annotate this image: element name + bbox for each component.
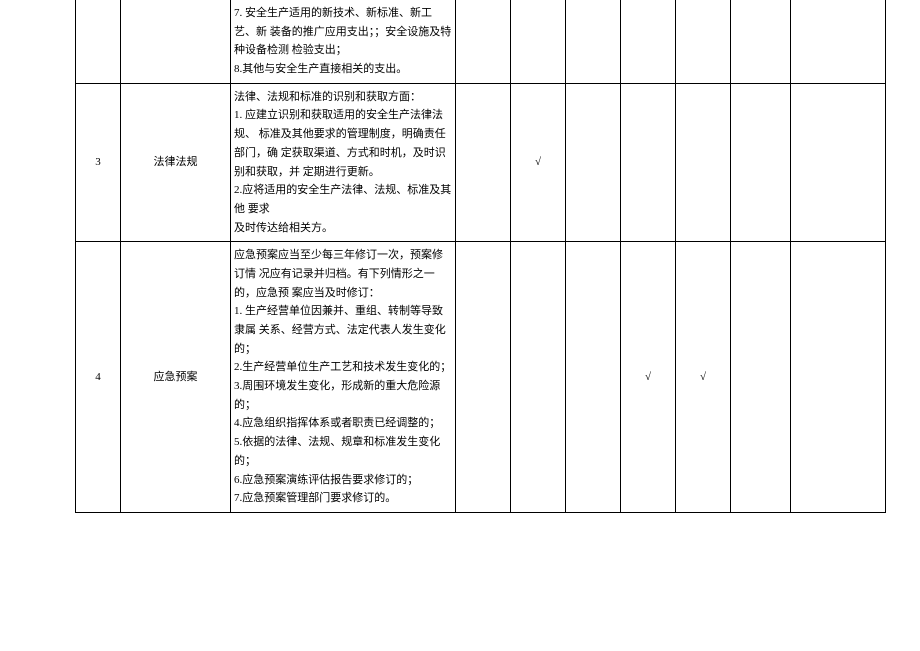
cell-name: 法律法规 — [121, 83, 231, 242]
cell-check-3 — [566, 83, 621, 242]
cell-check-5 — [676, 0, 731, 83]
cell-remark — [791, 242, 886, 513]
cell-check-2: √ — [511, 83, 566, 242]
cell-check-6 — [731, 0, 791, 83]
cell-check-2 — [511, 242, 566, 513]
cell-check-5: √ — [676, 242, 731, 513]
cell-content: 法律、法规和标准的识别和获取方面：1. 应建立识别和获取适用的安全生产法律法规、… — [231, 83, 456, 242]
table-row: 7. 安全生产适用的新技术、新标准、新工艺、新 装备的推广应用支出；；安全设施及… — [76, 0, 886, 83]
cell-check-4 — [621, 83, 676, 242]
table-row: 3 法律法规 法律、法规和标准的识别和获取方面：1. 应建立识别和获取适用的安全… — [76, 83, 886, 242]
cell-check-3 — [566, 0, 621, 83]
cell-check-1 — [456, 242, 511, 513]
cell-check-3 — [566, 242, 621, 513]
cell-num: 3 — [76, 83, 121, 242]
cell-content: 应急预案应当至少每三年修订一次，预案修订情 况应有记录并归档。有下列情形之一的，… — [231, 242, 456, 513]
cell-num: 4 — [76, 242, 121, 513]
table-row: 4 应急预案 应急预案应当至少每三年修订一次，预案修订情 况应有记录并归档。有下… — [76, 242, 886, 513]
cell-check-6 — [731, 83, 791, 242]
cell-name — [121, 0, 231, 83]
cell-check-6 — [731, 242, 791, 513]
cell-check-2 — [511, 0, 566, 83]
cell-check-4 — [621, 0, 676, 83]
cell-content: 7. 安全生产适用的新技术、新标准、新工艺、新 装备的推广应用支出；；安全设施及… — [231, 0, 456, 83]
cell-remark — [791, 83, 886, 242]
cell-check-1 — [456, 83, 511, 242]
cell-check-5 — [676, 83, 731, 242]
cell-check-1 — [456, 0, 511, 83]
compliance-table: 7. 安全生产适用的新技术、新标准、新工艺、新 装备的推广应用支出；；安全设施及… — [75, 0, 886, 513]
cell-remark — [791, 0, 886, 83]
cell-num — [76, 0, 121, 83]
cell-name: 应急预案 — [121, 242, 231, 513]
cell-check-4: √ — [621, 242, 676, 513]
